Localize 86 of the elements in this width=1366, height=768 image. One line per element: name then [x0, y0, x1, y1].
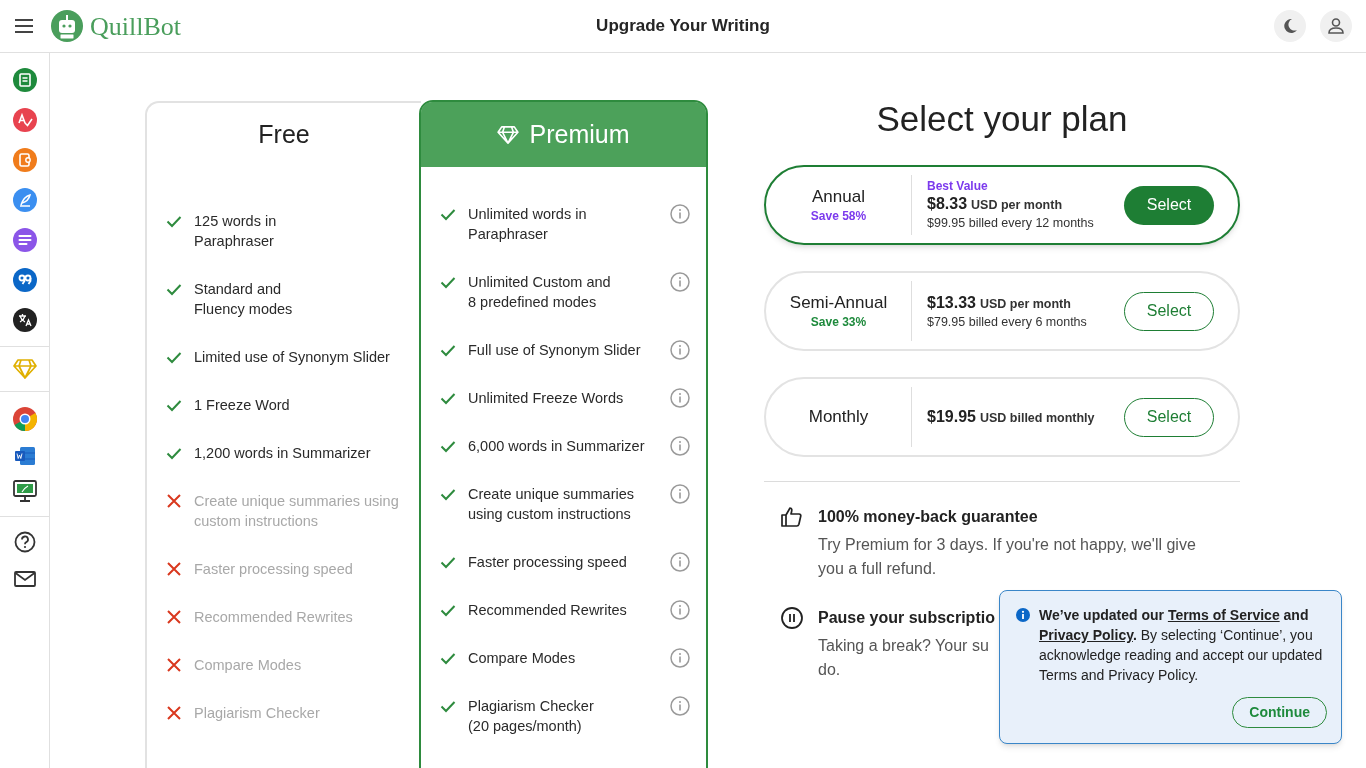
info-icon[interactable] — [670, 552, 690, 572]
feature-text: 1,200 words in Summarizer — [194, 444, 371, 463]
brand-name: QuillBot — [90, 10, 181, 43]
pause-icon — [780, 606, 804, 630]
info-icon[interactable] — [670, 484, 690, 504]
info-icon[interactable] — [670, 436, 690, 456]
page-title: Upgrade Your Writing — [596, 15, 770, 38]
info-icon[interactable] — [670, 204, 690, 224]
benefit-description: Try Premium for 3 days. If you're not happy, we'll give you a full refund. — [818, 535, 1197, 579]
thumbs-up-icon — [780, 505, 804, 529]
best-value-label: Best Value — [927, 179, 989, 194]
feature-text: 125 words in Paraphraser — [194, 212, 277, 251]
plan-option-card[interactable]: Semi-Annual Save 33% $13.33 USD per month $79.95 billed every 6 months Select — [764, 271, 1240, 351]
feature-text: Plagiarism Checker — [194, 704, 320, 723]
benefit-title: 100% money-back guarantee — [818, 507, 1038, 527]
select-button[interactable]: Select — [1124, 185, 1214, 225]
feature-text: Standard and Fluency modes — [194, 280, 293, 319]
grammar-icon[interactable] — [12, 108, 37, 132]
plan-price: $13.33 — [927, 292, 976, 313]
feature-text: 6,000 words in Summarizer — [468, 437, 645, 456]
diamond-icon — [497, 125, 520, 144]
feature-text: Unlimited words in Paraphraser — [468, 205, 587, 244]
feature-text: Compare Modes — [468, 649, 576, 668]
paraphraser-icon[interactable] — [12, 68, 37, 92]
select-button[interactable]: Select — [1124, 291, 1214, 331]
menu-icon[interactable] — [14, 19, 34, 33]
account-button[interactable] — [1320, 10, 1352, 42]
quill-icon[interactable] — [12, 188, 37, 212]
feature-text: Unlimited Custom and 8 predefined modes — [468, 273, 611, 312]
feature-text: Faster processing speed — [194, 560, 353, 579]
dark-mode-button[interactable] — [1274, 10, 1306, 42]
section-heading: Select your plan — [875, 98, 1129, 140]
feature-text: Compare Modes — [194, 656, 302, 675]
help-icon[interactable] — [13, 531, 36, 553]
plan-name: Monthly — [808, 406, 869, 428]
plan-option-card[interactable]: Annual Save 58% Best Value $8.33 USD per month $99.95 billed every 12 months Select — [764, 165, 1240, 245]
word-icon[interactable] — [13, 446, 36, 466]
select-button[interactable]: Select — [1124, 397, 1214, 437]
savings-text: Save 58% — [810, 208, 867, 224]
feature-text: Recommended Rewrites — [194, 608, 353, 627]
benefit-description: do. — [818, 660, 841, 680]
plan-name: Annual — [812, 186, 865, 208]
summarizer-icon[interactable] — [12, 228, 37, 252]
feature-text: Unlimited Freeze Words — [468, 389, 624, 408]
policy-link[interactable]: Terms of Service — [1167, 607, 1280, 623]
feature-text: Plagiarism Checker (20 pages/month) — [468, 697, 594, 736]
chrome-icon[interactable] — [11, 406, 38, 432]
feature-text: Create unique summaries using custom instructions — [468, 485, 635, 524]
feature-text: Faster processing speed — [468, 553, 627, 572]
feature-text: Create unique summaries using custom instructions — [194, 492, 399, 531]
savings-text: Save 33% — [810, 314, 867, 330]
document-search-icon[interactable] — [12, 148, 37, 172]
price-unit: USD billed monthly — [979, 409, 1095, 427]
info-icon[interactable] — [670, 600, 690, 620]
billing-text: $79.95 billed every 6 months — [927, 313, 1087, 330]
benefit-title: Pause your subscriptio — [818, 608, 995, 628]
plan-price: $8.33 — [927, 194, 968, 214]
user-icon — [1327, 17, 1345, 35]
price-unit: USD per month — [971, 197, 1063, 214]
info-icon[interactable] — [670, 696, 690, 716]
billing-text: $99.95 billed every 12 months — [927, 215, 1094, 231]
plan-option-card[interactable]: Monthly $19.95 USD billed monthly Select — [764, 377, 1240, 457]
plan-price: $19.95 — [927, 406, 976, 427]
policy-link[interactable]: Privacy Policy — [1039, 627, 1133, 643]
feature-text: Limited use of Synonym Slider — [194, 348, 390, 367]
info-icon[interactable] — [670, 388, 690, 408]
translate-icon[interactable] — [12, 308, 37, 332]
feature-text: Recommended Rewrites — [468, 601, 627, 620]
info-icon — [1016, 608, 1030, 622]
plan-name: Semi-Annual — [789, 292, 888, 314]
benefit-description: Taking a break? Your su — [818, 636, 989, 656]
mail-icon[interactable] — [13, 571, 36, 587]
policy-update-message: We’ve updated our Terms of Service and Privacy Policy. By selecting ‘Continue’, you acknowledge reading and accept our updated Terms and Privacy Policy. — [1039, 606, 1324, 685]
info-icon[interactable] — [670, 272, 690, 292]
info-icon[interactable] — [670, 340, 690, 360]
moon-icon — [1282, 18, 1298, 34]
quote-icon[interactable] — [12, 268, 37, 292]
desktop-icon[interactable] — [12, 480, 37, 502]
plan-column-title: Premium — [529, 118, 630, 150]
feature-text: Full use of Synonym Slider — [468, 341, 641, 360]
robot-logo-icon — [50, 9, 84, 43]
plan-column-title: Free — [258, 119, 310, 151]
feature-text: 1 Freeze Word — [194, 396, 290, 415]
price-unit: USD per month — [979, 295, 1071, 313]
info-icon[interactable] — [670, 648, 690, 668]
diamond-icon[interactable] — [12, 359, 37, 379]
